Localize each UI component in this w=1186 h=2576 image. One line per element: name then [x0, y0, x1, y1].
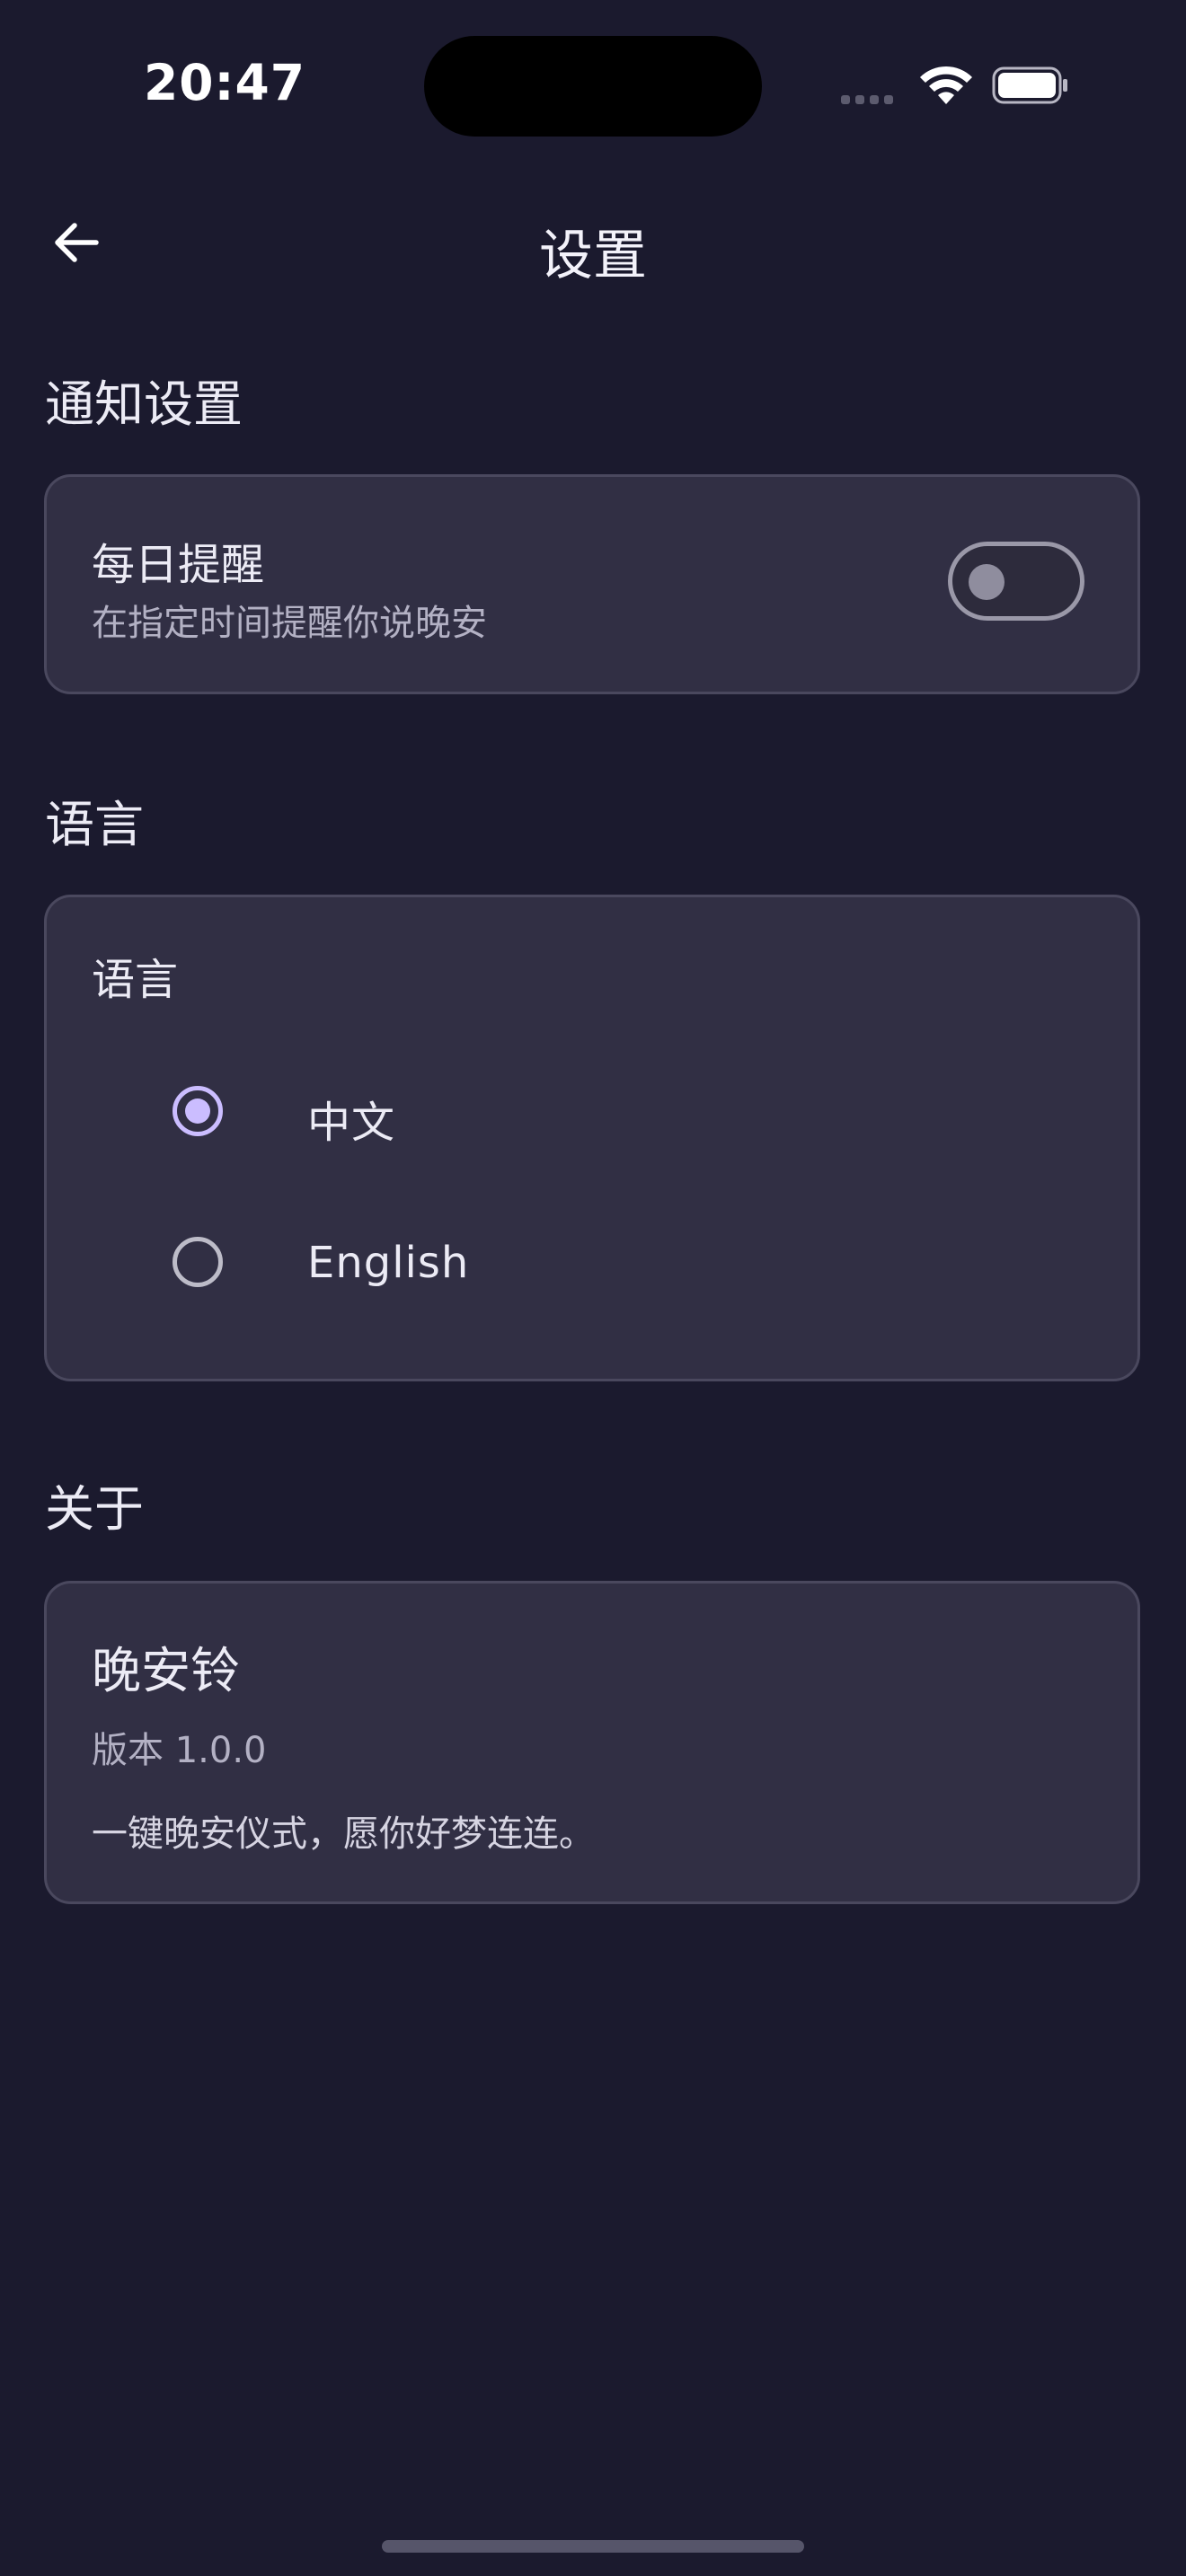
radio-selected-icon[interactable]: [173, 1086, 223, 1136]
daily-reminder-card: 每日提醒 在指定时间提醒你说晚安: [44, 474, 1140, 694]
language-option-label: English: [307, 1238, 470, 1288]
cellular-signal-icon: [841, 95, 893, 104]
section-title-notifications: 通知设置: [45, 375, 243, 433]
language-card-title: 语言: [92, 955, 179, 1005]
section-title-language: 语言: [45, 796, 145, 853]
app-name: 晚安铃: [92, 1642, 241, 1699]
app-description: 一键晚安仪式，愿你好梦连连。: [92, 1813, 595, 1855]
language-option-chinese[interactable]: 中文: [47, 1044, 1137, 1178]
toggle-knob: [969, 564, 1005, 600]
daily-reminder-toggle[interactable]: [948, 542, 1084, 621]
section-title-about: 关于: [45, 1480, 145, 1538]
language-card: 语言 中文 English: [44, 895, 1140, 1381]
battery-icon: [992, 66, 1067, 104]
status-bar: 20:47: [0, 0, 1186, 171]
about-card: 晚安铃 版本 1.0.0 一键晚安仪式，愿你好梦连连。: [44, 1581, 1140, 1904]
dynamic-island: [424, 36, 762, 137]
app-bar: 设置: [0, 180, 1186, 305]
status-time: 20:47: [143, 54, 306, 111]
language-option-label: 中文: [307, 1098, 396, 1148]
app-version: 版本 1.0.0: [92, 1730, 267, 1771]
radio-unselected-icon[interactable]: [173, 1237, 223, 1287]
daily-reminder-subtitle: 在指定时间提醒你说晚安: [92, 603, 487, 644]
home-indicator: [382, 2540, 804, 2553]
page-title: 设置: [539, 225, 647, 287]
daily-reminder-title: 每日提醒: [92, 540, 265, 590]
language-option-english[interactable]: English: [47, 1195, 1137, 1329]
wifi-icon: [920, 66, 972, 104]
